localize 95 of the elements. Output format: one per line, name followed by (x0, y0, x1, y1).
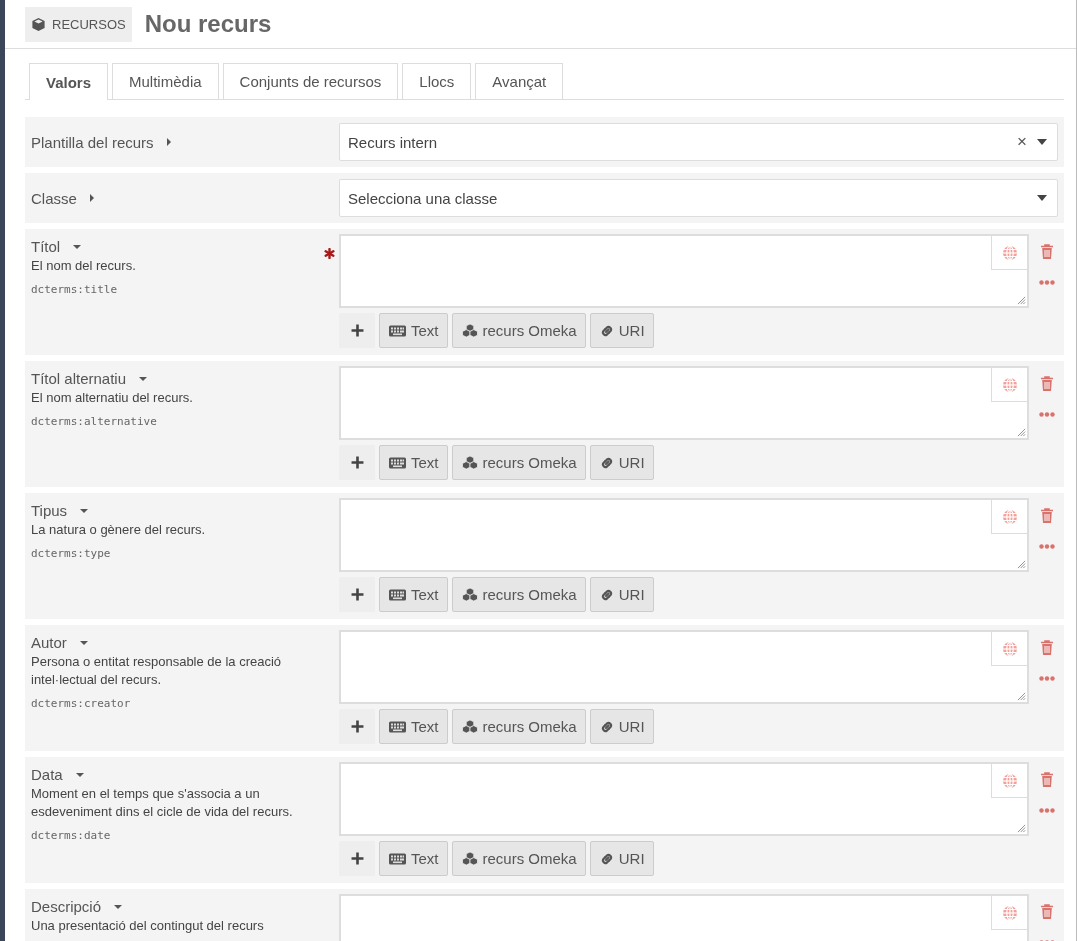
trash-icon[interactable] (1039, 508, 1054, 524)
resize-grip-icon[interactable] (1017, 560, 1026, 569)
cubes-icon (460, 587, 479, 602)
value-type-button[interactable]: recurs Omeka (451, 841, 586, 876)
property-description: Moment en el temps que s'associa a un esdeveniment dins el cicle de vida del recurs. (31, 785, 294, 821)
value-type-button[interactable]: URI (589, 709, 654, 744)
select-field[interactable]: Recurs intern × (339, 123, 1058, 161)
tab[interactable]: Llocs (402, 63, 472, 99)
section-badge[interactable]: RECURSOS (25, 6, 132, 42)
trash-icon[interactable] (1039, 772, 1054, 788)
more-options-icon[interactable] (1038, 676, 1055, 681)
value-type-button[interactable]: URI (589, 841, 654, 876)
cubes-icon (460, 323, 479, 338)
add-value-button[interactable] (339, 577, 375, 612)
select-field[interactable]: Selecciona una classe (339, 179, 1058, 217)
cubes-icon (460, 455, 479, 470)
plus-icon (350, 852, 364, 865)
value-type-button[interactable]: recurs Omeka (451, 313, 586, 348)
tab[interactable]: Conjunts de recursos (222, 63, 399, 99)
value-type-button[interactable]: Text (379, 841, 448, 876)
property-term: dcterms:alternative (31, 415, 157, 428)
language-button[interactable] (991, 236, 1027, 270)
plus-icon (350, 456, 364, 469)
property-label: Títol alternatiu (31, 370, 127, 387)
cubes-icon (460, 851, 479, 866)
property-description: El nom alternatiu del recurs. (31, 389, 194, 407)
globe-icon (1001, 772, 1018, 789)
globe-icon (1001, 640, 1018, 657)
trash-icon[interactable] (1039, 376, 1054, 392)
add-value-button[interactable] (339, 709, 375, 744)
more-options-icon[interactable] (1038, 412, 1055, 417)
keyboard-icon (388, 720, 407, 733)
more-options-icon[interactable] (1038, 808, 1055, 813)
property-label: Descripció (31, 898, 102, 915)
property-description: El nom del recurs. (31, 257, 137, 275)
language-button[interactable] (991, 632, 1027, 666)
globe-icon (1001, 244, 1018, 261)
value-type-button[interactable]: URI (589, 445, 654, 480)
language-button[interactable] (991, 896, 1027, 930)
dropdown-caret-icon (1037, 139, 1047, 145)
field-label: Plantilla del recurs (31, 133, 154, 151)
more-options-icon[interactable] (1038, 544, 1055, 549)
trash-icon[interactable] (1039, 640, 1054, 656)
globe-icon (1001, 376, 1018, 393)
keyboard-icon (388, 852, 407, 865)
globe-icon (1001, 508, 1018, 525)
more-options-icon[interactable] (1038, 280, 1055, 285)
plus-icon (350, 720, 364, 733)
plus-icon (350, 588, 364, 601)
property-term: dcterms:creator (31, 697, 131, 710)
property-term: dcterms:type (31, 547, 111, 560)
value-type-button[interactable]: recurs Omeka (451, 577, 586, 612)
tab[interactable]: Avançat (475, 63, 564, 99)
property-description: La natura o gènere del recurs. (31, 521, 207, 539)
value-type-button[interactable]: recurs Omeka (451, 445, 586, 480)
value-type-button[interactable]: URI (589, 577, 654, 612)
cubes-icon (460, 719, 479, 734)
value-type-button[interactable]: Text (379, 313, 448, 348)
language-button[interactable] (991, 368, 1027, 402)
cube-icon (31, 16, 46, 32)
keyboard-icon (388, 456, 407, 469)
trash-icon[interactable] (1039, 244, 1054, 260)
add-value-button[interactable] (339, 841, 375, 876)
property-label: Autor (31, 634, 67, 651)
plus-icon (350, 324, 364, 337)
property-label: Data (31, 766, 63, 783)
property-label: Títol (31, 238, 61, 255)
resize-grip-icon[interactable] (1017, 428, 1026, 437)
clear-icon[interactable]: × (1017, 132, 1027, 152)
property-description: Una presentació del contingut del recurs (31, 917, 265, 935)
value-type-button[interactable]: URI (589, 313, 654, 348)
value-type-button[interactable]: Text (379, 445, 448, 480)
add-value-button[interactable] (339, 313, 375, 348)
tab[interactable]: Multimèdia (112, 63, 219, 99)
dropdown-caret-icon (1037, 195, 1047, 201)
value-type-button[interactable]: Text (379, 709, 448, 744)
language-button[interactable] (991, 500, 1027, 534)
property-label: Tipus (31, 502, 68, 519)
value-type-button[interactable]: Text (379, 577, 448, 612)
keyboard-icon (388, 588, 407, 601)
globe-icon (1001, 904, 1018, 921)
field-label: Classe (31, 189, 77, 207)
resize-grip-icon[interactable] (1017, 824, 1026, 833)
add-value-button[interactable] (339, 445, 375, 480)
trash-icon[interactable] (1039, 904, 1054, 920)
property-term: dcterms:title (31, 283, 118, 296)
resize-grip-icon[interactable] (1017, 692, 1026, 701)
tab[interactable]: Valors (29, 63, 109, 100)
language-button[interactable] (991, 764, 1027, 798)
value-type-button[interactable]: recurs Omeka (451, 709, 586, 744)
keyboard-icon (388, 324, 407, 337)
property-description: Persona o entitat responsable de la creació intel·lectual del recurs. (31, 653, 283, 689)
resize-grip-icon[interactable] (1017, 296, 1026, 305)
page-title: Nou recurs (144, 10, 272, 38)
property-term: dcterms:date (31, 829, 111, 842)
